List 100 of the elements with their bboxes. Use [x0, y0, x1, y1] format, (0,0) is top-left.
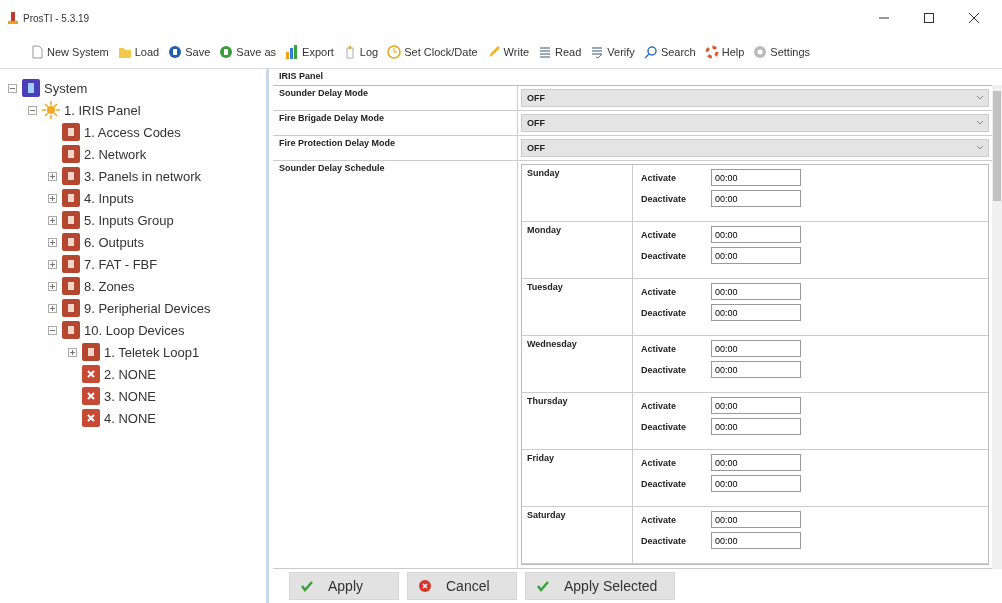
tree-item[interactable]: 10. Loop Devices: [84, 322, 185, 338]
dropdown[interactable]: OFF: [521, 114, 989, 132]
toolbar-button[interactable]: Save as: [219, 45, 277, 59]
time-field[interactable]: 00:00: [711, 511, 801, 528]
module-icon: [62, 167, 80, 185]
toolbar-button[interactable]: Read: [538, 45, 582, 59]
window-title: ProsTI - 5.3.19: [23, 12, 91, 24]
check-icon: [536, 579, 550, 593]
search-icon: [643, 45, 658, 59]
plus-icon[interactable]: [48, 259, 57, 269]
deactivate-label: Deactivate: [641, 478, 688, 489]
time-field[interactable]: 00:00: [711, 283, 801, 300]
caret-icon: [977, 146, 983, 150]
plus-icon[interactable]: [48, 193, 57, 203]
minus-icon[interactable]: [8, 83, 17, 93]
tree-item[interactable]: 1. Teletek Loop1: [104, 344, 200, 360]
tree-item[interactable]: 2. Network: [84, 146, 147, 162]
tree-item[interactable]: 7. FAT - FBF: [84, 256, 158, 272]
dropdown[interactable]: OFF: [521, 139, 989, 157]
time-field[interactable]: 00:00: [711, 340, 801, 357]
module-icon: [62, 277, 80, 295]
time-field[interactable]: 00:00: [711, 226, 801, 243]
activate-label: Activate: [641, 229, 677, 240]
tree-item[interactable]: 2. NONE: [104, 366, 156, 382]
module-icon: [62, 189, 80, 207]
toolbar-button[interactable]: Verify: [590, 45, 635, 59]
document-icon: [30, 45, 44, 59]
activate-label: Activate: [641, 343, 677, 354]
plus-icon[interactable]: [48, 237, 57, 247]
deactivate-label: Deactivate: [641, 307, 688, 318]
module-icon: [62, 123, 80, 141]
tree-item[interactable]: 6. Outputs: [84, 234, 144, 250]
day-label: Sunday: [522, 165, 633, 221]
toolbar-button[interactable]: New System: [30, 45, 109, 59]
time-field[interactable]: 00:00: [711, 532, 801, 549]
day-label: Monday: [522, 222, 633, 278]
plus-icon[interactable]: [48, 303, 57, 313]
tree-item[interactable]: 8. Zones: [84, 278, 135, 294]
tree-item[interactable]: 3. Panels in network: [84, 168, 202, 184]
toolbar-button[interactable]: Export: [285, 45, 334, 59]
close-icon: [969, 13, 979, 23]
module-icon: [62, 211, 80, 229]
toolbar-button[interactable]: Write: [486, 45, 530, 59]
toolbar-button[interactable]: Log: [342, 45, 379, 59]
minus-icon[interactable]: [48, 325, 57, 335]
toolbar-button[interactable]: Set Clock/Date: [387, 45, 478, 59]
activate-label: Activate: [641, 286, 677, 297]
footer-button[interactable]: Apply: [289, 572, 399, 600]
cancel-icon: [418, 579, 432, 593]
pencil-icon: [486, 45, 501, 59]
toolbar-button[interactable]: Search: [643, 45, 696, 59]
minus-icon[interactable]: [28, 105, 37, 115]
deactivate-label: Deactivate: [641, 364, 688, 375]
tree-item[interactable]: System: [44, 80, 88, 96]
tree-item[interactable]: 4. NONE: [104, 410, 156, 426]
plus-icon[interactable]: [68, 347, 77, 357]
module-icon: [62, 255, 80, 273]
lifebuoy-icon: [704, 45, 719, 59]
toolbar-button[interactable]: Help: [704, 45, 745, 59]
time-field[interactable]: 00:00: [711, 397, 801, 414]
activate-label: Activate: [641, 514, 677, 525]
module-icon: [62, 321, 80, 339]
scrollbar[interactable]: [992, 85, 1002, 569]
toolbar-button[interactable]: Save: [168, 45, 211, 59]
tree-item[interactable]: 1. Access Codes: [84, 124, 181, 140]
deactivate-label: Deactivate: [641, 250, 688, 261]
cross-icon: [82, 387, 100, 405]
tree-item[interactable]: 5. Inputs Group: [84, 212, 174, 228]
plus-icon[interactable]: [48, 281, 57, 291]
tree-item[interactable]: 3. NONE: [104, 388, 156, 404]
time-field[interactable]: 00:00: [711, 361, 801, 378]
tree-item[interactable]: 9. Peripherial Devices: [84, 300, 211, 316]
setting-label: Sounder Delay Mode: [273, 86, 518, 110]
time-field[interactable]: 00:00: [711, 475, 801, 492]
tree-item[interactable]: 1. IRIS Panel: [64, 102, 141, 118]
dropdown[interactable]: OFF: [521, 89, 989, 107]
time-field[interactable]: 00:00: [711, 169, 801, 186]
caret-icon: [977, 96, 983, 100]
check-icon: [300, 579, 314, 593]
panel-title: IRIS Panel: [278, 70, 324, 83]
toolbar-button[interactable]: Load: [117, 45, 160, 59]
plus-icon[interactable]: [48, 171, 57, 181]
time-field[interactable]: 00:00: [711, 454, 801, 471]
caret-icon: [977, 121, 983, 125]
day-label: Saturday: [522, 507, 633, 563]
time-field[interactable]: 00:00: [711, 304, 801, 321]
time-field[interactable]: 00:00: [711, 190, 801, 207]
plus-icon[interactable]: [48, 215, 57, 225]
module-icon: [62, 233, 80, 251]
footer-button[interactable]: Cancel: [407, 572, 517, 600]
setting-label: Fire Protection Delay Mode: [273, 136, 518, 160]
setting-label: Fire Brigade Delay Mode: [273, 111, 518, 135]
tree-item[interactable]: 4. Inputs: [84, 190, 134, 206]
deactivate-label: Deactivate: [641, 421, 688, 432]
footer-button[interactable]: Apply Selected: [525, 572, 675, 600]
time-field[interactable]: 00:00: [711, 247, 801, 264]
system-icon: [22, 79, 40, 97]
time-field[interactable]: 00:00: [711, 418, 801, 435]
module-icon: [62, 299, 80, 317]
toolbar-button[interactable]: Settings: [753, 45, 811, 59]
